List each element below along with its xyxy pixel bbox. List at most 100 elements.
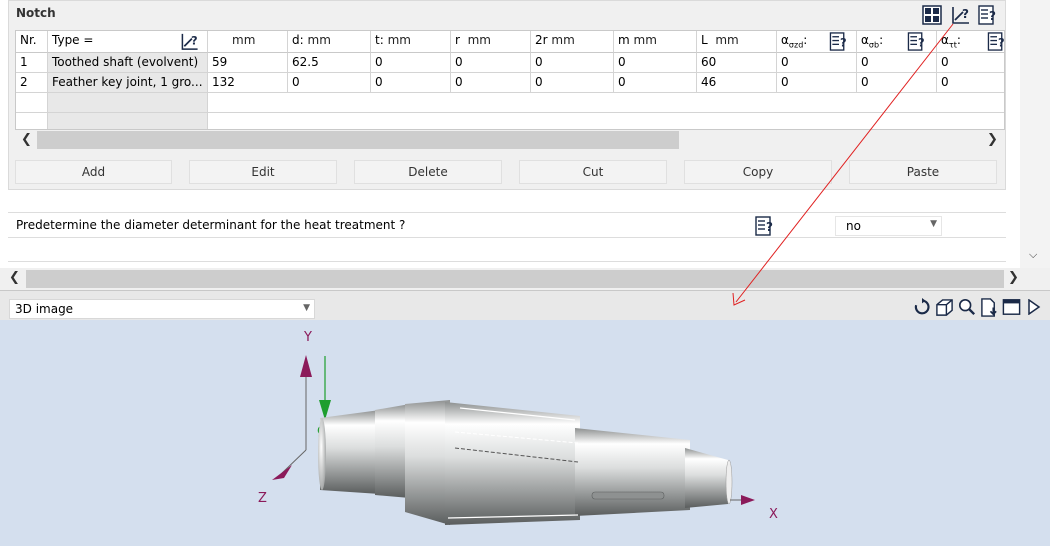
- col-header-b: mm: [208, 31, 288, 53]
- table-cell-empty[interactable]: [16, 113, 48, 129]
- table-cell[interactable]: 0: [937, 53, 1004, 73]
- scroll-left-arrow-icon[interactable]: ❮: [9, 270, 20, 285]
- table-cell[interactable]: 0: [857, 73, 937, 93]
- table-cell-empty[interactable]: [208, 113, 1004, 129]
- question-label: Predetermine the diameter determinant fo…: [16, 218, 406, 232]
- shaft-segment-6: [685, 448, 728, 508]
- export-document-icon[interactable]: [980, 298, 999, 317]
- cut-button[interactable]: Cut: [519, 160, 667, 184]
- copy-button[interactable]: Copy: [684, 160, 832, 184]
- table-cell-empty[interactable]: [48, 113, 208, 129]
- col-header-r: r mm: [451, 31, 531, 53]
- shaft-segment-3: [405, 400, 450, 525]
- paste-button[interactable]: Paste: [849, 160, 997, 184]
- col-header-alpha-szd: ασzd: ?: [777, 31, 857, 53]
- svg-text:?: ?: [989, 9, 996, 23]
- table-horizontal-scrollbar[interactable]: ❮ ❯: [15, 130, 1005, 150]
- table-cell[interactable]: 46: [697, 73, 777, 93]
- col-header-l: L mm: [697, 31, 777, 53]
- scroll-right-arrow-icon[interactable]: ❯: [987, 132, 998, 147]
- delete-button[interactable]: Delete: [354, 160, 502, 184]
- table-cell[interactable]: 0: [777, 53, 857, 73]
- table-cell[interactable]: 0: [777, 73, 857, 93]
- table-cell-empty[interactable]: [208, 93, 1004, 113]
- dropdown-arrow-icon: ▼: [930, 219, 937, 229]
- scroll-left-arrow-icon[interactable]: ❮: [21, 132, 32, 147]
- scrollbar-thumb[interactable]: [37, 131, 679, 149]
- table-cell[interactable]: 0: [451, 53, 531, 73]
- vertical-scrollbar[interactable]: ⌵: [1020, 0, 1050, 268]
- shaft-3d-render: Y Z g X: [258, 330, 778, 525]
- play-icon[interactable]: [1027, 299, 1041, 315]
- view-mode-select[interactable]: 3D image ▼: [9, 299, 315, 319]
- table-cell[interactable]: 0: [937, 73, 1004, 93]
- rotate-icon[interactable]: [913, 298, 931, 316]
- 3d-viewer[interactable]: Y Z g X: [0, 320, 1050, 546]
- keyway-slot: [591, 491, 665, 500]
- panel-horizontal-scrollbar[interactable]: ❮ ❯: [0, 268, 1050, 290]
- window-icon[interactable]: [1002, 298, 1021, 316]
- grid-view-icon[interactable]: [922, 5, 942, 25]
- table-cell[interactable]: 0: [614, 73, 697, 93]
- y-axis-label: Y: [303, 330, 312, 345]
- list-help-icon[interactable]: ?: [755, 216, 775, 236]
- col-header-2r: 2r mm: [531, 31, 614, 53]
- cube-view-icon[interactable]: [935, 298, 954, 317]
- panel-left-edge: [0, 0, 8, 290]
- shaft-end-right: [725, 459, 733, 505]
- list-help-icon[interactable]: ?: [987, 32, 1005, 51]
- scroll-right-arrow-icon[interactable]: ❯: [1008, 270, 1019, 285]
- table-cell[interactable]: 2: [16, 73, 48, 93]
- col-header-t: t: mm: [371, 31, 451, 53]
- x-axis-label: X: [769, 507, 778, 522]
- svg-text:?: ?: [191, 33, 198, 47]
- table-cell[interactable]: Feather key joint, 1 gro...: [48, 73, 208, 93]
- svg-text:?: ?: [998, 35, 1005, 49]
- x-axis-arrow-icon: [741, 495, 755, 505]
- table-cell-empty[interactable]: [16, 93, 48, 113]
- table-cell[interactable]: 0: [371, 73, 451, 93]
- table-cell[interactable]: 0: [371, 53, 451, 73]
- add-button[interactable]: Add: [15, 160, 172, 184]
- table-cell[interactable]: 0: [531, 73, 614, 93]
- table-cell[interactable]: 62.5: [288, 53, 371, 73]
- table-cell[interactable]: 0: [288, 73, 371, 93]
- table-cell[interactable]: 1: [16, 53, 48, 73]
- edit-help-icon[interactable]: ?: [180, 32, 200, 51]
- shaft-segment-1: [320, 410, 380, 494]
- question-row-heat-treatment: Predetermine the diameter determinant fo…: [8, 212, 1006, 238]
- col-header-nr: Nr.: [16, 31, 48, 53]
- col-header-m: m mm: [614, 31, 697, 53]
- table-cell[interactable]: 59: [208, 53, 288, 73]
- shaft-segment-4: [445, 402, 580, 525]
- edit-button[interactable]: Edit: [189, 160, 337, 184]
- table-cell[interactable]: 0: [857, 53, 937, 73]
- heat-treatment-select[interactable]: no ▼: [835, 216, 942, 236]
- shaft-segment-5: [575, 428, 690, 516]
- col-header-alpha-sb: ασb: ?: [857, 31, 937, 53]
- col-header-type: Type = ?: [48, 31, 208, 53]
- edit-help-icon[interactable]: ?: [951, 5, 971, 25]
- svg-text:?: ?: [840, 35, 847, 49]
- table-cell[interactable]: 132: [208, 73, 288, 93]
- table-cell[interactable]: 60: [697, 53, 777, 73]
- table-cell[interactable]: Toothed shaft (evolvent): [48, 53, 208, 73]
- question-row-empty: [8, 238, 1006, 262]
- zoom-icon[interactable]: [958, 298, 976, 316]
- shaft-end-left: [318, 418, 326, 490]
- list-help-icon[interactable]: ?: [907, 32, 927, 51]
- list-help-icon[interactable]: ?: [978, 5, 998, 25]
- scrollbar-thumb[interactable]: [26, 270, 1004, 288]
- table-cell[interactable]: 0: [531, 53, 614, 73]
- z-axis-label: Z: [258, 491, 267, 506]
- viewer-toolbar: 3D image ▼: [0, 290, 1050, 320]
- table-cell[interactable]: 0: [614, 53, 697, 73]
- scroll-down-arrow-icon[interactable]: ⌵: [1029, 248, 1037, 262]
- table-cell[interactable]: 0: [451, 73, 531, 93]
- properties-panel: Notch ? ? Nr. Type = ? mm d: mm t: mm r …: [0, 0, 1050, 290]
- z-axis-arrow-icon: [272, 465, 292, 480]
- shaft-segment-2: [375, 404, 410, 498]
- table-cell-empty[interactable]: [48, 93, 208, 113]
- list-help-icon[interactable]: ?: [829, 32, 849, 51]
- svg-text:?: ?: [766, 220, 773, 234]
